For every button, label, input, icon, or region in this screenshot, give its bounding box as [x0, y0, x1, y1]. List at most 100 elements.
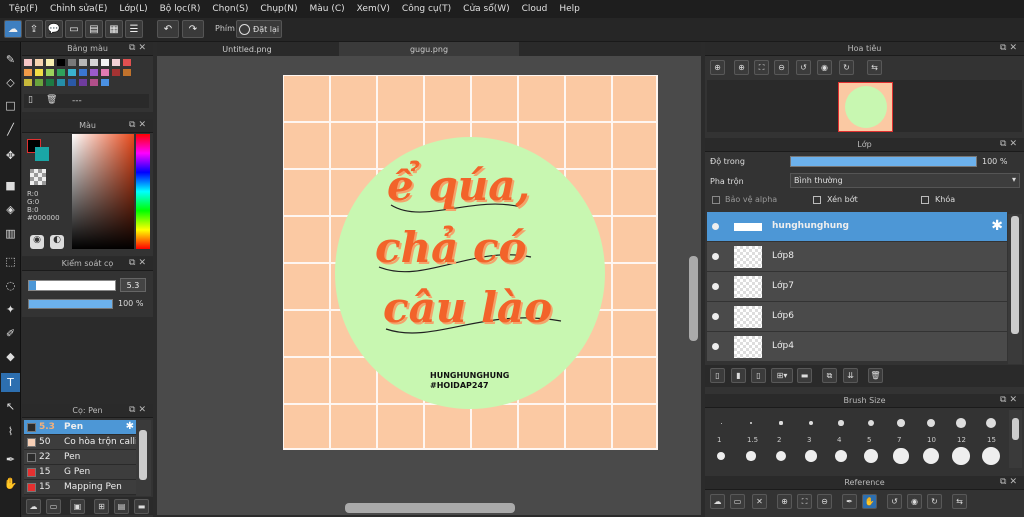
navigator-preview[interactable]: [707, 80, 1022, 132]
select-eraser-icon[interactable]: ◆: [1, 347, 20, 366]
eye-icon[interactable]: [712, 253, 719, 260]
menu-window[interactable]: Cửa sổ(W): [457, 4, 515, 14]
brush-folder-icon[interactable]: ▬: [134, 499, 149, 514]
background-color[interactable]: [35, 147, 49, 161]
reference-open-icon[interactable]: ▭: [730, 494, 745, 509]
layer-scroll-thumb[interactable]: [1011, 216, 1019, 334]
panel-controls-icon[interactable]: ⧉✕: [129, 43, 149, 53]
layer-scrollbar[interactable]: [1008, 214, 1022, 364]
export-icon[interactable]: ⇪: [25, 20, 43, 38]
blend-mode-select[interactable]: Bình thường ▾: [790, 173, 1020, 188]
menu-edit[interactable]: Chỉnh sửa(E): [44, 4, 113, 14]
eye-icon[interactable]: [712, 313, 719, 320]
vertical-scrollbar[interactable]: [688, 56, 700, 501]
speech-icon[interactable]: 💬: [45, 20, 63, 38]
artwork-canvas[interactable]: ể qúa, chả có câu lào HUNGHUNGHUNG #HOID…: [283, 75, 658, 450]
list-icon[interactable]: ☰: [125, 20, 143, 38]
pen-icon[interactable]: ✒: [1, 450, 20, 469]
layer-row[interactable]: hunghunghung ✱: [707, 212, 1007, 242]
fill-rect-icon[interactable]: ■: [1, 176, 20, 195]
brush-size-preview[interactable]: [867, 419, 875, 427]
duplicate-layer-icon[interactable]: ⧉: [822, 368, 837, 383]
reference-zoom-in-icon[interactable]: ⊕: [777, 494, 792, 509]
line-icon[interactable]: ╱: [1, 120, 20, 139]
palette-swatch[interactable]: [35, 69, 43, 76]
eye-icon[interactable]: [712, 343, 719, 350]
comment-icon[interactable]: ▭: [65, 20, 83, 38]
palette-swatch[interactable]: [101, 69, 109, 76]
new-layer-icon[interactable]: ▯: [710, 368, 725, 383]
menu-filter[interactable]: Bộ lọc(R): [154, 4, 207, 14]
brush-size-large-preview[interactable]: [805, 450, 817, 462]
palette-swatch[interactable]: [35, 59, 43, 66]
brush-size-preview[interactable]: [838, 420, 844, 426]
layer-folder-icon[interactable]: ▬: [797, 368, 812, 383]
transparent-color[interactable]: [30, 169, 46, 185]
reference-fit-icon[interactable]: ⛶: [797, 494, 812, 509]
rotate-right-icon[interactable]: ↻: [839, 60, 854, 75]
gear-icon[interactable]: ✱: [991, 218, 1003, 234]
brush-size-preview[interactable]: [985, 417, 997, 429]
reset-button[interactable]: Đặt lại: [236, 20, 282, 38]
palette-swatch[interactable]: [46, 59, 54, 66]
palette-swatch[interactable]: [101, 79, 109, 86]
clip-checkbox[interactable]: [813, 196, 821, 204]
menu-view[interactable]: Xem(V): [351, 4, 396, 14]
brush-size-preview[interactable]: [956, 418, 966, 428]
menu-color[interactable]: Màu (C): [304, 4, 351, 14]
redo-icon[interactable]: ↷: [182, 20, 204, 38]
palette-swatch[interactable]: [79, 59, 87, 66]
zoom-in-alt-icon[interactable]: ⊕: [734, 60, 749, 75]
delete-layer-icon[interactable]: 🗑: [868, 368, 883, 383]
layer-row[interactable]: Lớp6: [707, 302, 1007, 332]
lasso-icon[interactable]: ◌: [1, 276, 20, 295]
settings-icon[interactable]: ▣: [70, 499, 85, 514]
menu-capture[interactable]: Chụp(N): [254, 4, 303, 14]
brush-size-slider[interactable]: [28, 280, 116, 291]
reference-rotate-reset-icon[interactable]: ◉: [907, 494, 922, 509]
rotate-left-icon[interactable]: ↺: [796, 60, 811, 75]
brush-size-scroll-thumb[interactable]: [1012, 418, 1019, 440]
reference-cloud-icon[interactable]: ☁: [710, 494, 725, 509]
brush-size-preview[interactable]: [897, 419, 905, 427]
hand-icon[interactable]: ✋: [1, 474, 20, 493]
brush-size-preview[interactable]: [720, 422, 722, 424]
move-icon[interactable]: ✥: [1, 146, 20, 165]
vertical-scroll-thumb[interactable]: [689, 256, 698, 341]
brush-opacity-slider[interactable]: [28, 299, 113, 309]
gradient-icon[interactable]: ▥: [1, 224, 20, 243]
palette-swatch[interactable]: [57, 69, 65, 76]
delete-icon[interactable]: 🗑: [46, 95, 57, 105]
hue-slider[interactable]: [136, 134, 150, 249]
rotate-reset-icon[interactable]: ◉: [817, 60, 832, 75]
fit-icon[interactable]: ⛶: [754, 60, 769, 75]
color-wheel-icon[interactable]: ◉: [30, 235, 44, 249]
bucket-icon[interactable]: ◈: [1, 200, 20, 219]
add-layer-icon[interactable]: ⊞▾: [771, 368, 793, 383]
brush-list-item[interactable]: 22 Pen: [24, 450, 136, 465]
eraser-icon[interactable]: ◇: [1, 73, 20, 92]
reference-rotate-right-icon[interactable]: ↻: [927, 494, 942, 509]
new-page-icon[interactable]: ▯: [28, 95, 33, 105]
palette-swatch[interactable]: [79, 79, 87, 86]
menu-file[interactable]: Tệp(F): [3, 4, 44, 14]
brush-size-large-preview[interactable]: [746, 451, 756, 461]
reference-zoom-out-icon[interactable]: ⊖: [817, 494, 832, 509]
menu-layer[interactable]: Lớp(L): [113, 4, 153, 14]
palette-swatch[interactable]: [90, 69, 98, 76]
eye-icon[interactable]: [712, 223, 719, 230]
brush-list-item[interactable]: 15 G Pen: [24, 465, 136, 480]
palette-swatch[interactable]: [90, 79, 98, 86]
new-layer-8bit-icon[interactable]: ▯: [751, 368, 766, 383]
color-field[interactable]: [72, 134, 134, 249]
zoom-out-icon[interactable]: ⊖: [774, 60, 789, 75]
palette-swatch[interactable]: [24, 79, 32, 86]
palette-swatch[interactable]: [57, 59, 65, 66]
palette-swatch[interactable]: [79, 69, 87, 76]
brush-scrollbar[interactable]: [136, 420, 151, 496]
brush-size-large-preview[interactable]: [952, 447, 970, 465]
horizontal-scroll-thumb[interactable]: [345, 503, 515, 513]
new-layer-alt-icon[interactable]: ▮: [731, 368, 746, 383]
brush-size-preview[interactable]: [749, 421, 753, 425]
brush-size-preview[interactable]: [926, 418, 936, 428]
